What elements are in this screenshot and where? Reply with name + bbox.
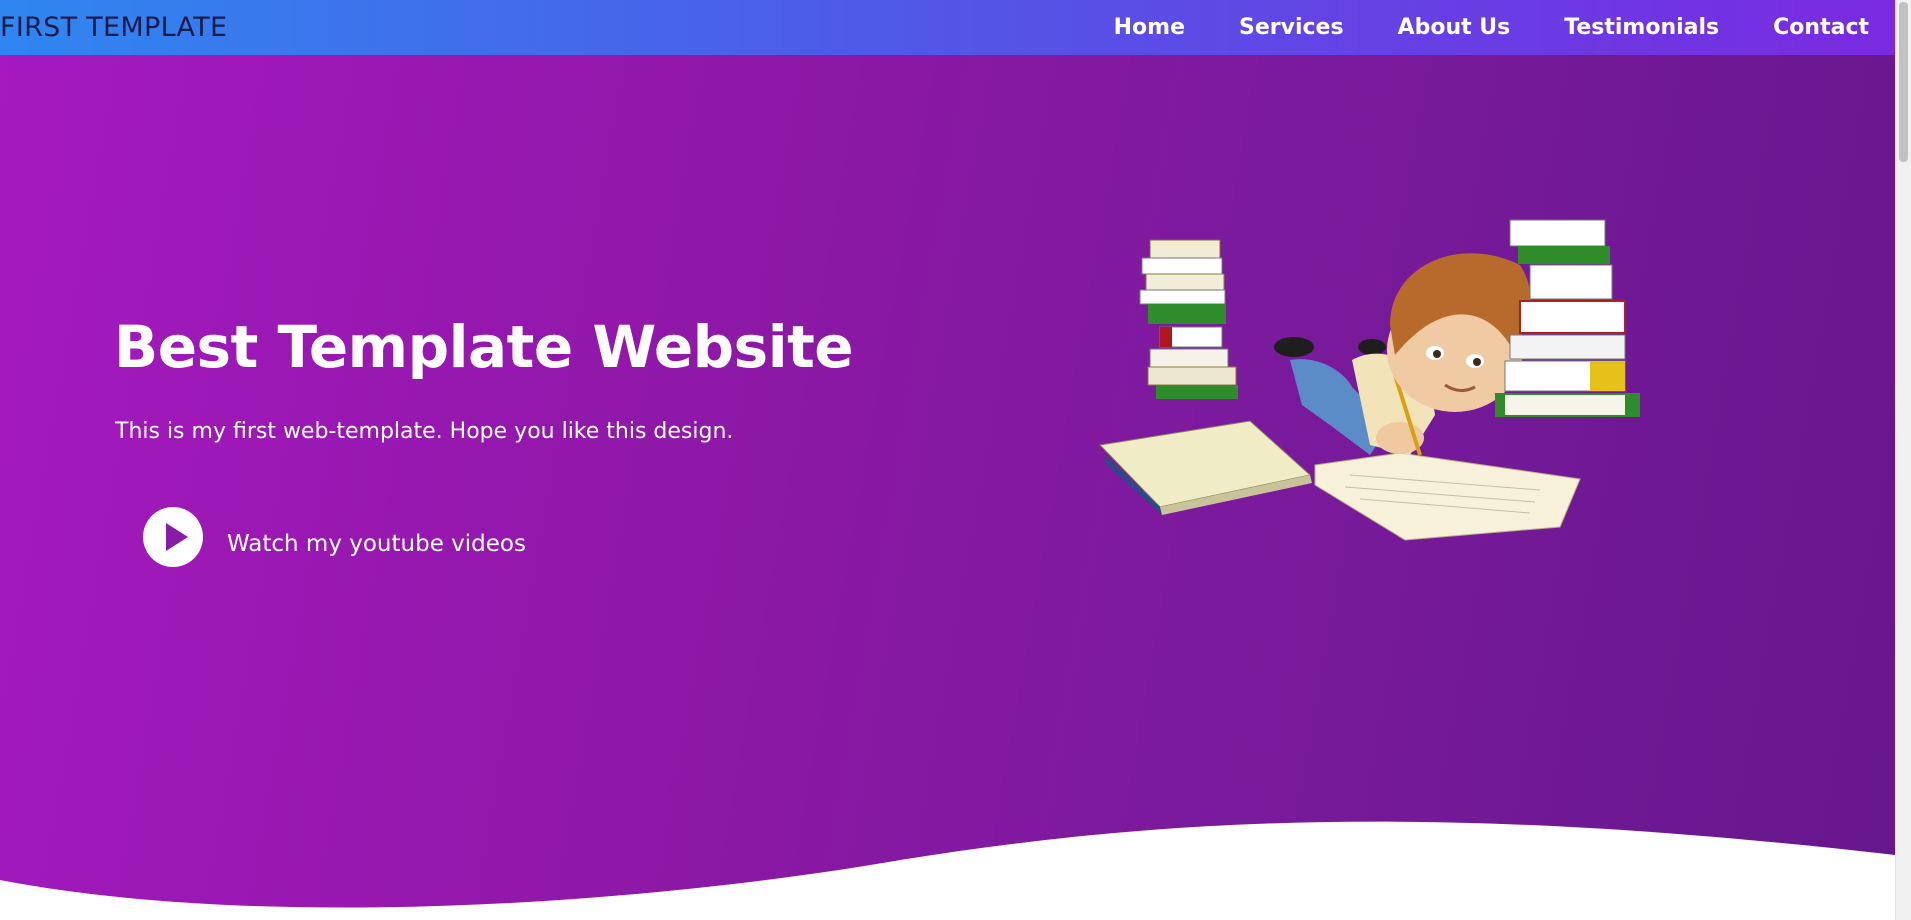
vertical-scrollbar[interactable] [1895, 0, 1911, 920]
nav-link-home[interactable]: Home [1114, 15, 1185, 40]
nav-link-testimonials[interactable]: Testimonials [1564, 15, 1719, 40]
wave-divider [0, 821, 1895, 920]
scrollbar-thumb[interactable] [1899, 2, 1908, 162]
youtube-cta-label[interactable]: Watch my youtube videos [227, 531, 526, 557]
youtube-cta[interactable]: Watch my youtube videos [143, 507, 526, 567]
hero-subtitle: This is my first web-template. Hope you … [115, 419, 734, 444]
hero-section: Best Template Website This is my first w… [0, 55, 1895, 920]
boy-figure-icon [1274, 253, 1531, 456]
hero-title: Best Template Website [114, 313, 854, 381]
nav-link-contact[interactable]: Contact [1773, 15, 1869, 40]
nav-links: Home Services About Us Testimonials Cont… [1060, 15, 1869, 40]
paper-sheet-icon [1314, 452, 1581, 541]
play-icon [166, 523, 188, 551]
nav-link-about-us[interactable]: About Us [1398, 15, 1511, 40]
book-stack-left-icon [1139, 239, 1238, 399]
navbar: FIRST TEMPLATE Home Services About Us Te… [0, 0, 1895, 55]
brand-logo[interactable]: FIRST TEMPLATE [0, 12, 227, 43]
open-book-icon [1098, 420, 1312, 515]
play-button[interactable] [143, 507, 203, 567]
boy-reading-illustration [1098, 219, 1640, 541]
nav-link-services[interactable]: Services [1239, 15, 1344, 40]
